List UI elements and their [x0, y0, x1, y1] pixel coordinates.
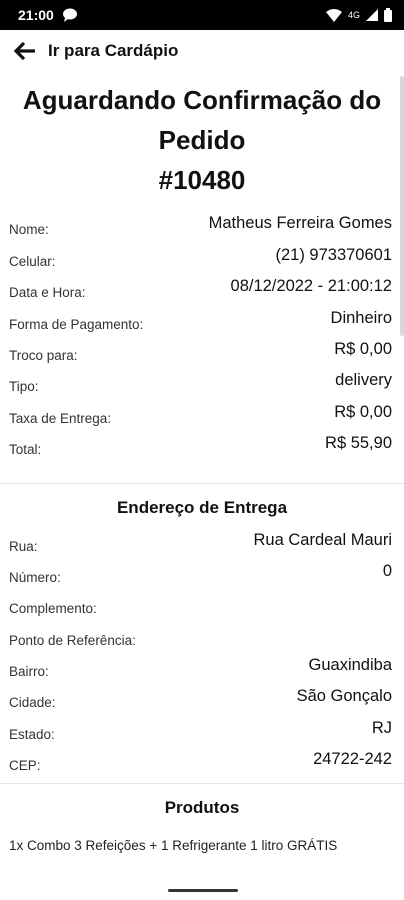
- detail-value: R$ 0,00: [334, 339, 392, 358]
- address-value: São Gonçalo: [296, 687, 392, 706]
- detail-value: R$ 0,00: [334, 402, 392, 421]
- back-to-menu-link[interactable]: Ir para Cardápio: [48, 41, 178, 61]
- detail-label: Troco para:: [9, 347, 78, 363]
- detail-label: Data e Hora:: [9, 285, 86, 301]
- address-label: CEP:: [9, 758, 41, 774]
- address-row-number: Número: 0: [9, 556, 392, 587]
- network-label: 4G: [347, 10, 360, 20]
- address-label: Rua:: [9, 538, 38, 554]
- detail-label: Tipo:: [9, 379, 39, 395]
- address-label: Complemento:: [9, 601, 97, 617]
- detail-row-total: Total: R$ 55,90: [9, 428, 392, 459]
- address-value: Rua Cardeal Mauri: [253, 530, 392, 549]
- detail-value: Dinheiro: [330, 308, 392, 327]
- product-item: 1x Combo 3 Refeições + 1 Refrigerante 1 …: [9, 838, 338, 854]
- address-value: Guaxindiba: [308, 656, 392, 675]
- arrow-left-icon[interactable]: [14, 42, 36, 60]
- address-row-city: Cidade: São Gonçalo: [9, 681, 392, 712]
- signal-icon: [366, 9, 378, 21]
- detail-value: 08/12/2022 - 21:00:12: [230, 277, 392, 296]
- battery-icon: [384, 8, 392, 22]
- address-label: Cidade:: [9, 695, 56, 711]
- detail-row-type: Tipo: delivery: [9, 365, 392, 396]
- detail-value: (21) 973370601: [275, 245, 392, 264]
- products-section-title: Produtos: [164, 798, 240, 818]
- top-navigation: Ir para Cardápio: [0, 30, 404, 72]
- detail-label: Forma de Pagamento:: [9, 316, 144, 332]
- status-left: 21:00: [18, 7, 78, 23]
- detail-value: R$ 55,90: [325, 434, 392, 453]
- address-row-zip: CEP: 24722-242: [9, 744, 392, 775]
- order-number: #10480: [158, 165, 246, 195]
- address-row-neighborhood: Bairro: Guaxindiba: [9, 650, 392, 681]
- detail-label: Celular:: [9, 253, 56, 269]
- detail-label: Taxa de Entrega:: [9, 410, 112, 426]
- address-value: RJ: [371, 718, 392, 737]
- chat-bubble-icon: [62, 8, 78, 22]
- address-label: Bairro:: [9, 664, 49, 680]
- detail-row-delivery-fee: Taxa de Entrega: R$ 0,00: [9, 396, 392, 427]
- detail-value: Matheus Ferreira Gomes: [208, 214, 392, 233]
- status-right: 4G: [325, 8, 392, 22]
- address-label: Estado:: [9, 726, 55, 742]
- address-value: 24722-242: [313, 750, 392, 769]
- detail-label: Total:: [9, 442, 42, 458]
- order-details: Nome: Matheus Ferreira Gomes Celular: (2…: [0, 208, 404, 459]
- address-value: 0: [382, 561, 392, 580]
- detail-value: delivery: [335, 371, 392, 390]
- status-bar: 21:00 4G: [0, 0, 404, 30]
- wifi-icon: [325, 8, 342, 22]
- address-row-street: Rua: Rua Cardeal Mauri: [9, 524, 392, 555]
- status-time: 21:00: [18, 7, 54, 23]
- address-label: Ponto de Referência:: [9, 632, 136, 648]
- detail-row-phone: Celular: (21) 973370601: [9, 239, 392, 270]
- detail-label: Nome:: [9, 222, 49, 238]
- detail-row-payment: Forma de Pagamento: Dinheiro: [9, 302, 392, 333]
- order-status-title: Aguardando Confirmação do Pedido: [22, 85, 382, 155]
- detail-row-name: Nome: Matheus Ferreira Gomes: [9, 208, 392, 239]
- detail-row-change: Troco para: R$ 0,00: [9, 334, 392, 365]
- detail-row-datetime: Data e Hora: 08/12/2022 - 21:00:12: [9, 271, 392, 302]
- address-label: Número:: [9, 569, 61, 585]
- address-row-state: Estado: RJ: [9, 712, 392, 743]
- home-indicator[interactable]: [168, 889, 238, 892]
- address-section-title: Endereço de Entrega: [116, 498, 288, 518]
- address-row-reference: Ponto de Referência:: [9, 618, 392, 649]
- address-details: Rua: Rua Cardeal Mauri Número: 0 Complem…: [0, 524, 404, 775]
- address-row-complement: Complemento:: [9, 587, 392, 618]
- scroll-indicator[interactable]: [400, 76, 404, 336]
